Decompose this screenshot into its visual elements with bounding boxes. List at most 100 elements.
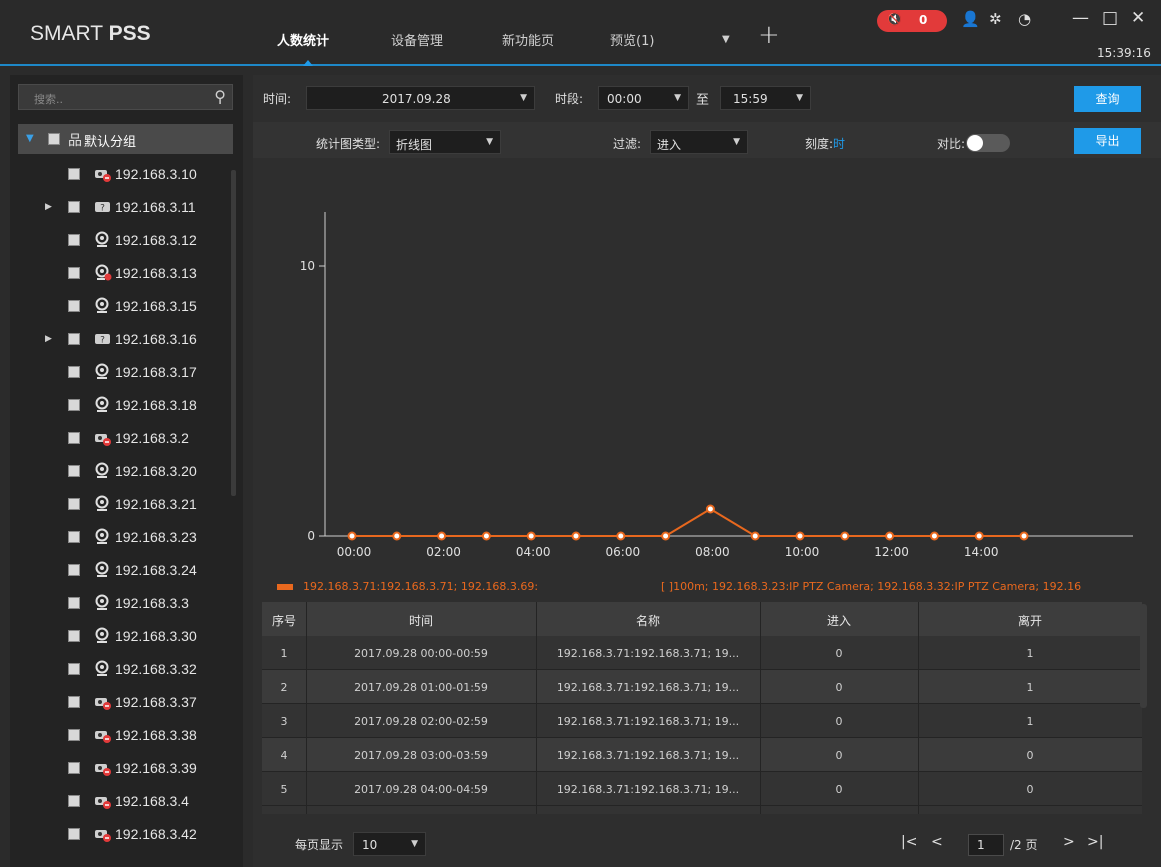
tree-item-device[interactable]: 192.168.3.24 [18,554,233,587]
device-checkbox[interactable] [68,432,80,444]
device-checkbox[interactable] [68,729,80,741]
export-button[interactable]: 导出 [1074,128,1141,154]
table-row[interactable]: 3 2017.09.28 02:00-02:59 192.168.3.71:192.… [262,704,1142,738]
device-search-input[interactable]: 搜索.. ⚲ [18,84,233,110]
chart-svg: 0 10 00:00 02:00 04:00 06:00 08:00 10:00 12:00 14… [300,212,1133,559]
data-point [705,504,715,514]
x-tick-label: 12:00 [874,545,909,559]
tree-item-device[interactable]: 192.168.3.42 [18,818,233,851]
table-row[interactable]: 5 2017.09.28 04:00-04:59 192.168.3.71:192.… [262,772,1142,806]
tree-item-device[interactable]: 192.168.3.17 [18,356,233,389]
device-checkbox[interactable] [68,762,80,774]
tab-new-features[interactable]: 新功能页 [502,30,554,49]
x-tick-label: 10:00 [785,545,820,559]
tree-item-device[interactable]: ▶? 192.168.3.16 [18,323,233,356]
tab-device-management[interactable]: 设备管理 [391,30,443,49]
search-icon[interactable]: ⚲ [214,87,226,106]
minimize-button[interactable]: — [1072,8,1089,28]
group-checkbox[interactable] [48,133,60,145]
user-icon[interactable]: 👤 [961,10,980,28]
chart-type-select[interactable]: 折线图 ▼ [389,130,501,154]
first-page-icon[interactable]: |< [901,834,917,850]
expand-arrow-icon[interactable]: ▶ [45,202,52,212]
tree-item-device[interactable]: 192.168.3.23 [18,521,233,554]
table-row[interactable]: 1 2017.09.28 00:00-00:59 192.168.3.71:192.… [262,636,1142,670]
device-checkbox[interactable] [68,300,80,312]
start-time-select[interactable]: 00:00 ▼ [598,86,689,110]
device-checkbox[interactable] [68,399,80,411]
sidebar-scrollbar[interactable] [231,170,236,496]
add-tab-button[interactable]: + [758,22,780,48]
tree-item-device[interactable]: ▶? 192.168.3.11 [18,191,233,224]
device-checkbox[interactable] [68,498,80,510]
x-tick-label: 08:00 [695,545,730,559]
clock: 15:39:16 [1097,46,1151,60]
device-checkbox[interactable] [68,630,80,642]
date-picker[interactable]: 2017.09.28 ▼ [306,86,535,110]
tree-item-device[interactable]: 192.168.3.15 [18,290,233,323]
next-page-icon[interactable]: > [1063,834,1075,850]
device-checkbox[interactable] [68,597,80,609]
per-page-select[interactable]: 10 ▼ [353,832,426,856]
tree-item-device[interactable]: 192.168.3.18 [18,389,233,422]
maximize-button[interactable]: □ [1102,8,1118,28]
device-checkbox[interactable] [68,465,80,477]
filter-select[interactable]: 进入 ▼ [650,130,748,154]
close-button[interactable]: ✕ [1131,8,1145,28]
device-checkbox[interactable] [68,201,80,213]
tree-item-device[interactable]: 192.168.3.37 [18,686,233,719]
header-time: 时间 [408,614,433,628]
tree-item-device[interactable]: 192.168.3.32 [18,653,233,686]
table-row[interactable]: 2 2017.09.28 01:00-01:59 192.168.3.71:192.… [262,670,1142,704]
scale-value[interactable]: 时 [833,137,845,151]
device-checkbox[interactable] [68,828,80,840]
tab-preview[interactable]: 预览(1) [610,30,654,49]
period-label: 时段: [555,92,584,106]
alarm-badge[interactable]: 🔇 0 [877,10,947,32]
device-ip: 192.168.3.32 [115,661,197,677]
device-checkbox[interactable] [68,333,80,345]
tab-people-count[interactable]: 人数统计 [277,30,329,49]
webcam-icon [94,627,112,645]
tree-group-default[interactable]: ▼ 品 默认分组 [18,124,233,154]
performance-gauge-icon[interactable]: ◔ [1018,10,1031,28]
tree-item-device[interactable]: 192.168.3.3 [18,587,233,620]
tree-item-device[interactable]: 192.168.3.20 [18,455,233,488]
compare-toggle[interactable] [966,134,1010,152]
cell-index: 2 [280,681,288,694]
table-scrollbar[interactable] [1140,604,1147,708]
device-checkbox[interactable] [68,366,80,378]
tree-item-device[interactable]: 192.168.3.39 [18,752,233,785]
device-checkbox[interactable] [68,234,80,246]
page-number-input[interactable]: 1 [968,834,1004,856]
device-checkbox[interactable] [68,795,80,807]
device-checkbox[interactable] [68,267,80,279]
query-button[interactable]: 查询 [1074,86,1141,112]
device-checkbox[interactable] [68,663,80,675]
device-checkbox[interactable] [68,531,80,543]
expand-arrow-icon[interactable]: ▶ [45,334,52,344]
device-checkbox[interactable] [68,168,80,180]
settings-gear-icon[interactable]: ✲ [989,10,1002,28]
device-checkbox[interactable] [68,696,80,708]
tree-item-device[interactable]: 192.168.3.21 [18,488,233,521]
cell-time: 2017.09.28 00:00-00:59 [354,647,488,660]
end-time-select[interactable]: 15:59 ▼ [720,86,811,110]
device-checkbox[interactable] [68,564,80,576]
x-tick-label: 06:00 [606,545,641,559]
expand-arrow-icon[interactable]: ▼ [26,133,34,144]
tree-item-device[interactable]: 192.168.3.4 [18,785,233,818]
tree-item-device[interactable]: 192.168.3.2 [18,422,233,455]
tree-item-device[interactable]: 192.168.3.13 [18,257,233,290]
device-ip: 192.168.3.3 [115,595,189,611]
filter-label: 过滤: [613,137,642,151]
prev-page-icon[interactable]: < [931,834,943,850]
table-row[interactable] [262,806,1142,814]
tree-item-device[interactable]: 192.168.3.12 [18,224,233,257]
last-page-icon[interactable]: >| [1087,834,1103,850]
table-row[interactable]: 4 2017.09.28 03:00-03:59 192.168.3.71:192.… [262,738,1142,772]
tree-item-device[interactable]: 192.168.3.30 [18,620,233,653]
tree-item-device[interactable]: 192.168.3.10 [18,158,233,191]
tree-item-device[interactable]: 192.168.3.38 [18,719,233,752]
tab-list-dropdown-icon[interactable]: ▼ [722,34,730,45]
